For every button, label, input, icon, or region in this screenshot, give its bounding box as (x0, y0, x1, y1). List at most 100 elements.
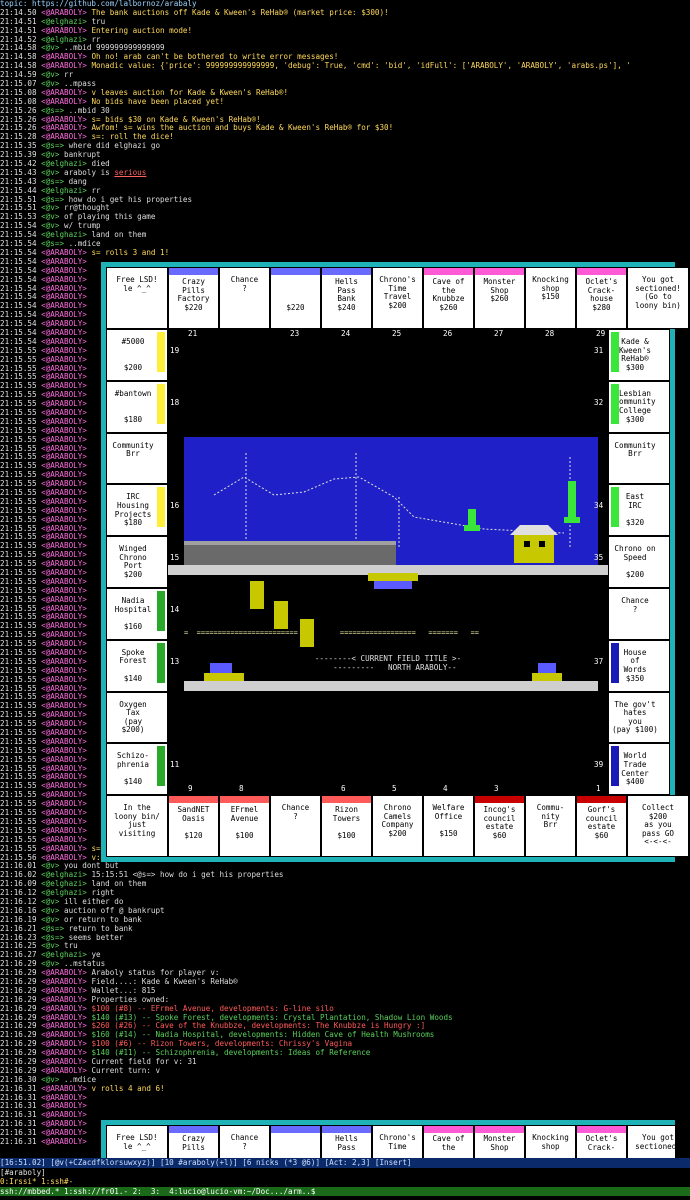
board-space[interactable]: #5000 $200 (106, 329, 168, 381)
board-space[interactable]: You got sectioned! (627, 1125, 675, 1160)
board-space[interactable]: Schizo- phrenia $140 (106, 743, 168, 796)
color-band (611, 332, 619, 372)
board-space[interactable]: Kade & Kween's ReHab® $300 (608, 329, 670, 381)
lower-car-left (210, 663, 232, 673)
board-space[interactable]: Collect $200 as you pass GO <-<-<- (627, 795, 689, 857)
board-space[interactable]: In the loony bin/ just visiting (106, 795, 168, 857)
nick: <@ARABOLY> (36, 666, 87, 675)
board-space[interactable]: Oclet's Crack- (576, 1125, 627, 1160)
board-space[interactable]: #bantown $180 (106, 380, 168, 433)
board-space[interactable]: Community Brr (106, 432, 168, 485)
tmux-bar[interactable]: ssh://mbbed.* 1:ssh://fr01.- 2: 3: 4:luc… (0, 1186, 690, 1196)
board-space[interactable]: Hells Pass Bank $240 (321, 267, 372, 329)
space-label: Gorf's council estate $60 (585, 805, 618, 840)
board-space[interactable]: Free LSD! le ^_^ (106, 1125, 168, 1160)
log-line: 21:15.54 <@s=> ..mdice (0, 240, 690, 249)
nick: <@elghazi> (41, 880, 92, 889)
nick: <@s=> (41, 933, 69, 942)
nick: <@ARABOLY> (36, 631, 87, 640)
board-space[interactable]: Oclet's Crack- house $280 (576, 267, 627, 329)
board-space[interactable]: Chrono's Time Travel $200 (372, 267, 423, 329)
timestamp: 21:15.55 (0, 631, 37, 640)
board-space[interactable]: $220 (270, 267, 321, 329)
space-label: Chance ? (230, 1133, 259, 1151)
input-line[interactable]: [#araboly] (0, 1168, 690, 1178)
color-band (157, 746, 165, 787)
board-space[interactable]: Crazy Pills (168, 1125, 219, 1160)
timestamp: 21:16.29 (0, 1049, 42, 1058)
board-space[interactable]: Gorf's council estate $60 (576, 795, 627, 857)
board-space[interactable]: Incog's council estate $60 (474, 795, 525, 857)
board-space[interactable]: Crazy Pills Factory $220 (168, 267, 219, 329)
board-space[interactable]: Chance ? (219, 267, 270, 329)
nick: <@ARABOLY> (41, 88, 92, 97)
board-space[interactable]: Chrono Camels Company $200 (372, 795, 423, 857)
board-space[interactable]: Chance ? (270, 795, 321, 857)
board-space[interactable]: Nadia Hospital $160 (106, 588, 168, 640)
board-space[interactable]: East IRC $320 (608, 484, 670, 537)
board-space[interactable]: Knocking shop $150 (525, 267, 576, 329)
board-space[interactable]: Monster Shop $260 (474, 267, 525, 329)
color-band (611, 487, 619, 528)
board-space[interactable]: You got sectioned! (Go to loony bin) (627, 267, 689, 329)
log-line: 21:15.28 <@ARABOLY> s=: roll the dice! (0, 133, 690, 142)
board-space[interactable]: Chrono on Speed $200 (608, 536, 670, 588)
window-list[interactable]: 0:Irssi* 1:ssh#- (0, 1177, 690, 1187)
timestamp: 21:15.55 (0, 480, 37, 489)
log-line: 21:16.29 <@ARABOLY> Properties owned: (0, 996, 690, 1005)
board-space[interactable]: Free LSD! le ^_^ (106, 267, 168, 329)
board-space[interactable]: Chance ? (219, 1125, 270, 1160)
log-line: 21:16.29 <@ARABOLY> Araboly status for p… (0, 969, 690, 978)
nick: <@ARABOLY> (36, 693, 87, 702)
board-space[interactable]: Welfare Office $150 (423, 795, 474, 857)
link: serious (114, 168, 147, 177)
timestamp: 21:15.54 (0, 337, 37, 346)
board-space[interactable]: SandNET Oasis $120 (168, 795, 219, 857)
message: where did elghazi go (68, 142, 161, 151)
message: or return to bank (64, 915, 142, 924)
nick: <@s=> (41, 240, 69, 249)
space-number: 26 (443, 329, 453, 338)
board-space[interactable]: Knocking shop (525, 1125, 576, 1160)
board-space[interactable]: World Trade Center $400 (608, 743, 670, 796)
message: Current turn: v (91, 1066, 161, 1075)
nick: <@ARABOLY> (36, 675, 87, 684)
board-space[interactable] (270, 1125, 321, 1160)
nick: <@ARABOLY> (36, 737, 87, 746)
nick: <@ARABOLY> (36, 506, 87, 515)
board-space[interactable]: Commu- nity Brr (525, 795, 576, 857)
board-space[interactable]: Chrono's Time (372, 1125, 423, 1160)
nick: <@ARABOLY> (36, 702, 87, 711)
space-label: Cave of the Knubbze $260 (432, 277, 465, 312)
nick: <@ARABOLY> (41, 124, 92, 133)
timestamp: 21:16.23 (0, 933, 42, 942)
timestamp: 21:15.55 (0, 533, 37, 542)
board-space[interactable]: Cave of the (423, 1125, 474, 1160)
message: ..mdice (68, 240, 101, 249)
board-space[interactable]: EFrmel Avenue $100 (219, 795, 270, 857)
board-space[interactable]: Rizon Towers $100 (321, 795, 372, 857)
log-line: 21:16.19 <@v> or return to bank (0, 916, 690, 925)
space-number: 28 (545, 329, 555, 338)
board-space[interactable]: Hells Pass (321, 1125, 372, 1160)
board-space[interactable]: Oxygen Tax (pay $200) (106, 691, 168, 744)
board-space[interactable]: IRC Housing Projects $180 (106, 484, 168, 537)
log-line: 21:16.02 <@elghazi> 15:15:51 <@s=> how d… (0, 871, 690, 880)
nick: <@elghazi> (41, 160, 92, 169)
timestamp: 21:15.39 (0, 151, 42, 160)
nick: <@v> (41, 897, 65, 906)
message: how do i get his properties (68, 195, 193, 204)
timestamp: 21:16.29 (0, 969, 42, 978)
board-space[interactable]: Community Brr (608, 432, 670, 485)
board-space[interactable]: House of Words $350 (608, 639, 670, 692)
board-space[interactable]: Lesbian Community College $300 (608, 380, 670, 433)
araboly-board-second: Free LSD! le ^_^ Crazy Pills Chance ? Hells… (101, 1120, 675, 1160)
board-space[interactable]: Cave of the Knubbze $260 (423, 267, 474, 329)
space-label: Oclet's Crack- (585, 1134, 618, 1152)
upper-car (368, 573, 418, 581)
board-space[interactable]: Winged Chrono Port $200 (106, 536, 168, 588)
board-space[interactable]: The gov't hates you (pay $100) (608, 691, 670, 744)
board-space[interactable]: Chance ? (608, 588, 670, 640)
board-space[interactable]: Monster Shop (474, 1125, 525, 1160)
board-space[interactable]: Spoke Forest $140 (106, 639, 168, 692)
